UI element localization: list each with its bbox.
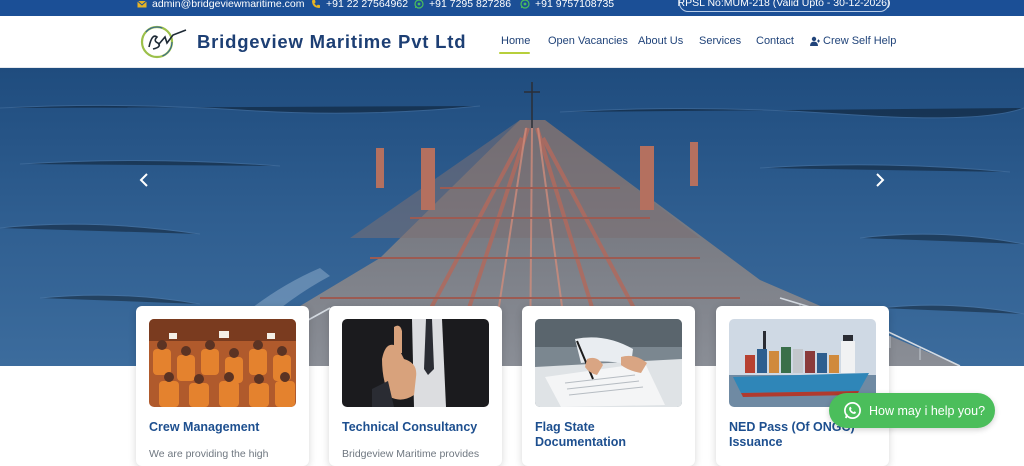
nav-about-us[interactable]: About Us [638, 35, 683, 47]
service-card-technical-consultancy[interactable]: Technical Consultancy Bridgeview Maritim… [329, 306, 502, 466]
site-header: Bridgeview Maritime Pvt Ltd Home Open Va… [0, 16, 1024, 68]
email-link[interactable]: admin@bridgeviewmaritime.com [137, 0, 304, 11]
whatsapp-chat-button[interactable]: How may i help you? [829, 393, 995, 428]
nav-active-indicator [499, 52, 530, 54]
nav-home[interactable]: Home [501, 35, 530, 47]
whatsapp-icon [414, 0, 424, 9]
phone-link[interactable]: +91 22 27564962 [311, 0, 408, 11]
email-text: admin@bridgeviewmaritime.com [152, 0, 305, 10]
nav-services[interactable]: Services [699, 35, 741, 47]
crew-self-help-label: Crew Self Help [823, 35, 897, 47]
rpsl-text: RPSL No:MUM-218 (Valid Upto - 30-12-2026… [677, 0, 891, 9]
company-logo[interactable] [139, 25, 189, 59]
whatsapp-link-2[interactable]: +91 9757108735 [520, 0, 614, 11]
service-card-crew-management[interactable]: Crew Management We are providing the hig… [136, 306, 309, 466]
nav-contact[interactable]: Contact [756, 35, 794, 47]
whatsapp-link-1[interactable]: +91 7295 827286 [414, 0, 511, 11]
top-contact-bar: admin@bridgeviewmaritime.com +91 22 2756… [0, 0, 1024, 16]
phone-text: +91 22 27564962 [326, 0, 409, 10]
chat-label: How may i help you? [869, 403, 986, 418]
brand-name[interactable]: Bridgeview Maritime Pvt Ltd [197, 31, 466, 53]
crew-photo [149, 319, 296, 407]
whatsapp-icon [520, 0, 530, 9]
chevron-left-icon[interactable] [136, 172, 152, 188]
card-description: We are providing the high [149, 448, 269, 460]
card-description: Bridgeview Maritime provides [342, 448, 480, 460]
whatsapp-text-1: +91 7295 827286 [429, 0, 512, 10]
whatsapp-icon [844, 402, 861, 419]
nav-crew-self-help[interactable]: Crew Self Help [810, 35, 896, 47]
phone-icon [312, 0, 320, 8]
rpsl-badge: RPSL No:MUM-218 (Valid Upto - 30-12-2026… [677, 0, 891, 12]
service-card-ned-pass[interactable]: NED Pass (Of ONGC) Issuance [716, 306, 889, 466]
card-title: Technical Consultancy [342, 420, 478, 434]
envelope-icon [137, 0, 147, 8]
whatsapp-text-2: +91 9757108735 [535, 0, 615, 10]
card-title: Crew Management [149, 420, 260, 434]
service-card-flag-state-documentation[interactable]: Flag State Documentation [522, 306, 695, 466]
nav-open-vacancies[interactable]: Open Vacancies [548, 35, 628, 47]
user-icon [810, 36, 820, 46]
chevron-right-icon[interactable] [872, 172, 888, 188]
thumbs-up-photo [342, 319, 489, 407]
signing-document-photo [535, 319, 682, 407]
card-title: Flag State Documentation [535, 420, 626, 449]
